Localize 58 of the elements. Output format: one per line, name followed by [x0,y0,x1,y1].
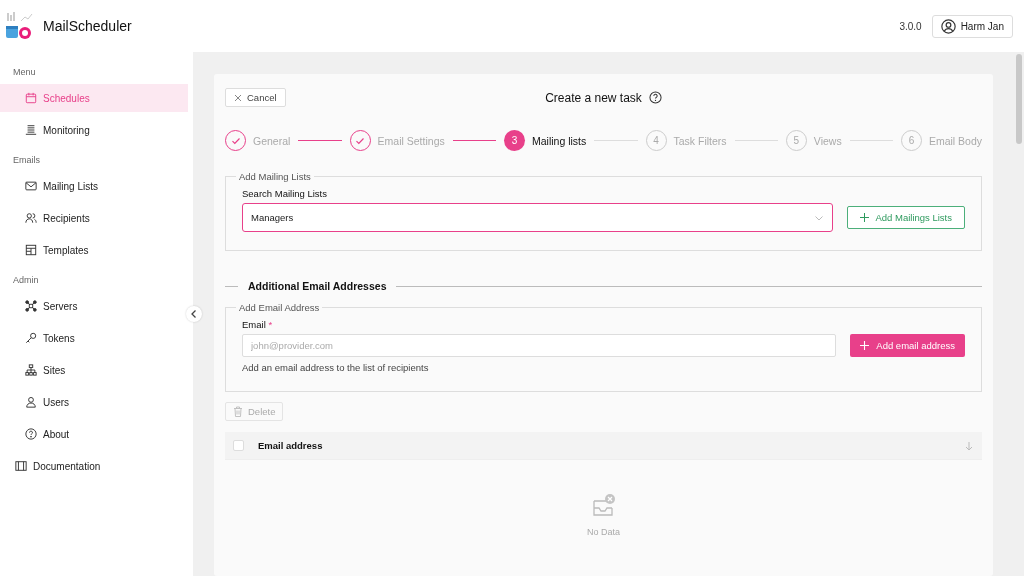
required-mark: * [268,319,273,330]
nav-section-label: Emails [12,154,41,167]
select-value: Managers [251,212,294,223]
help-text: Add an email address to the list of recipients [242,362,430,373]
page-title: Create a new task [545,90,642,105]
empty-inbox-icon [590,493,617,519]
network-icon [25,300,37,312]
trash-icon [233,406,243,417]
nav-item[interactable]: Servers [0,292,188,320]
scrollbar[interactable] [1016,54,1022,144]
email-input[interactable]: john@provider.com [242,334,837,357]
field-label: Search Mailing Lists [242,188,328,199]
nav-section-label: Menu [12,66,37,79]
nav-section-label: Admin [12,274,40,287]
nav-item[interactable]: Sites [0,356,188,384]
nav-item[interactable]: Mailing Lists [0,172,188,200]
calendar-icon [25,92,37,104]
group-legend: Add Mailing Lists [236,171,314,182]
user-icon [940,18,956,34]
nav-item[interactable]: Documentation [0,452,188,480]
close-icon [234,93,242,102]
help-icon[interactable] [648,91,662,104]
nav-item[interactable]: About [0,420,188,448]
mailing-list-select[interactable]: Managers [242,203,834,232]
add-email-button[interactable]: Add email address [850,334,965,357]
field-label: Email [242,319,266,330]
user-button[interactable]: Harm Jan [931,14,1013,38]
nav-item[interactable]: Recipients [0,204,188,232]
users-icon [25,212,37,224]
nav-item[interactable]: Templates [0,236,188,264]
section-heading: Additional Email Addresses [248,280,387,292]
select-all-checkbox[interactable] [233,440,244,451]
version-label: 3.0.0 [899,20,922,32]
key-icon [25,332,37,344]
cancel-button[interactable]: Cancel [225,88,286,107]
chevron-left-icon [189,309,199,319]
group-legend: Add Email Address [236,302,323,313]
help-icon [25,428,37,440]
step-circle: 3 [504,130,525,151]
stacked-lines-icon [25,124,37,136]
nav-item[interactable]: Tokens [0,324,188,352]
layout-icon [25,244,37,256]
plus-icon [860,213,870,222]
envelope-icon [25,180,37,192]
app-logo [5,11,33,41]
book-icon [15,460,27,472]
nav-item[interactable]: Users [0,388,188,416]
plus-icon [860,341,870,350]
sitemap-icon [25,364,37,376]
step[interactable]: 3 Mailing lists [504,130,587,151]
sort-icon[interactable] [964,440,974,451]
add-mailing-lists-button[interactable]: Add Mailings Lists [847,206,965,229]
nav-item[interactable]: Monitoring [0,116,188,144]
user-icon [25,396,37,408]
collapse-button[interactable] [186,306,202,322]
app-title: MailScheduler [43,18,132,34]
column-header[interactable]: Email address [258,440,950,451]
empty-message: No Data [587,527,620,537]
